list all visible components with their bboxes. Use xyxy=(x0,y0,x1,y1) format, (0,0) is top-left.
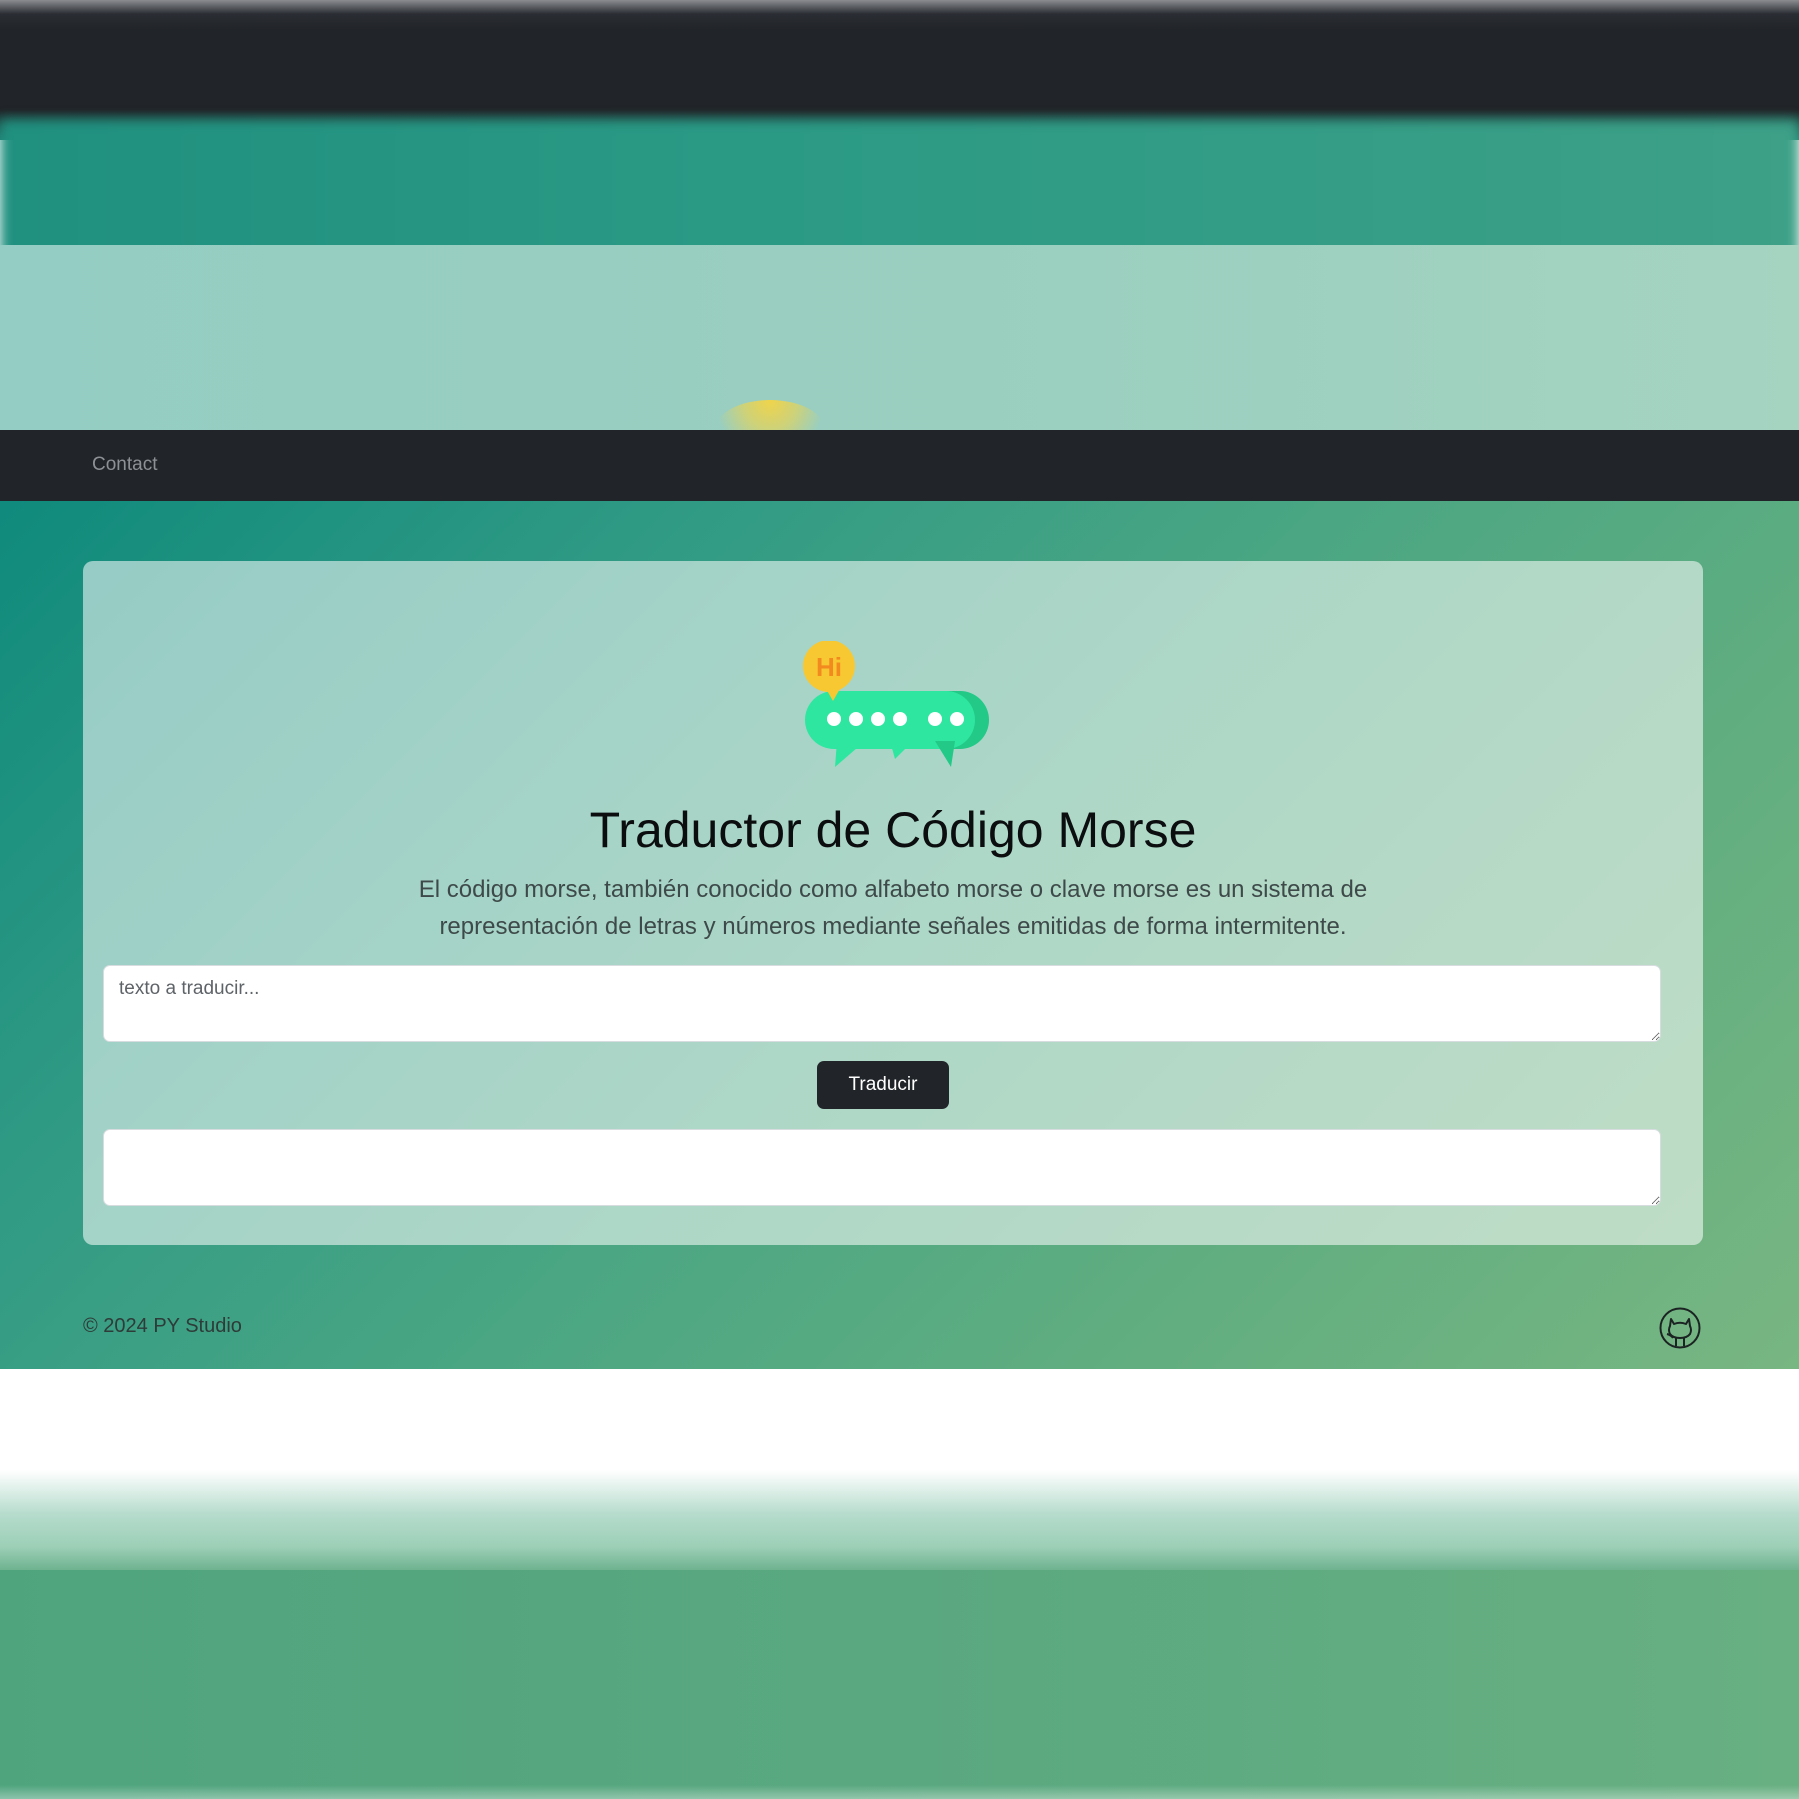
page-title: Traductor de Código Morse xyxy=(589,802,1197,858)
background-band-top xyxy=(0,0,1799,140)
nav-link-contact[interactable]: Contact xyxy=(92,454,157,476)
page-description: El código morse, también conocido como a… xyxy=(418,876,1368,940)
background-band-edge xyxy=(0,1785,1799,1799)
background-band-bottom xyxy=(0,1570,1799,1799)
text-to-translate-input[interactable] xyxy=(103,965,1661,1042)
translate-button[interactable]: Traducir xyxy=(817,1061,949,1109)
main-section: Hi Traductor de Código Morse El código m… xyxy=(0,501,1799,1369)
background-band-fade xyxy=(0,1470,1799,1580)
background-band-teal xyxy=(0,120,1799,260)
navbar: Contact xyxy=(0,430,1799,501)
svg-text:Hi: Hi xyxy=(816,652,842,682)
github-icon[interactable] xyxy=(1659,1307,1701,1349)
background-band-light xyxy=(0,245,1799,430)
background-band-white xyxy=(0,1369,1799,1479)
translation-output[interactable] xyxy=(103,1129,1661,1206)
chat-bubble-logo-icon: Hi xyxy=(803,641,989,767)
footer-copyright: © 2024 PY Studio xyxy=(83,1315,242,1337)
translator-card: Hi Traductor de Código Morse El código m… xyxy=(83,561,1703,1245)
